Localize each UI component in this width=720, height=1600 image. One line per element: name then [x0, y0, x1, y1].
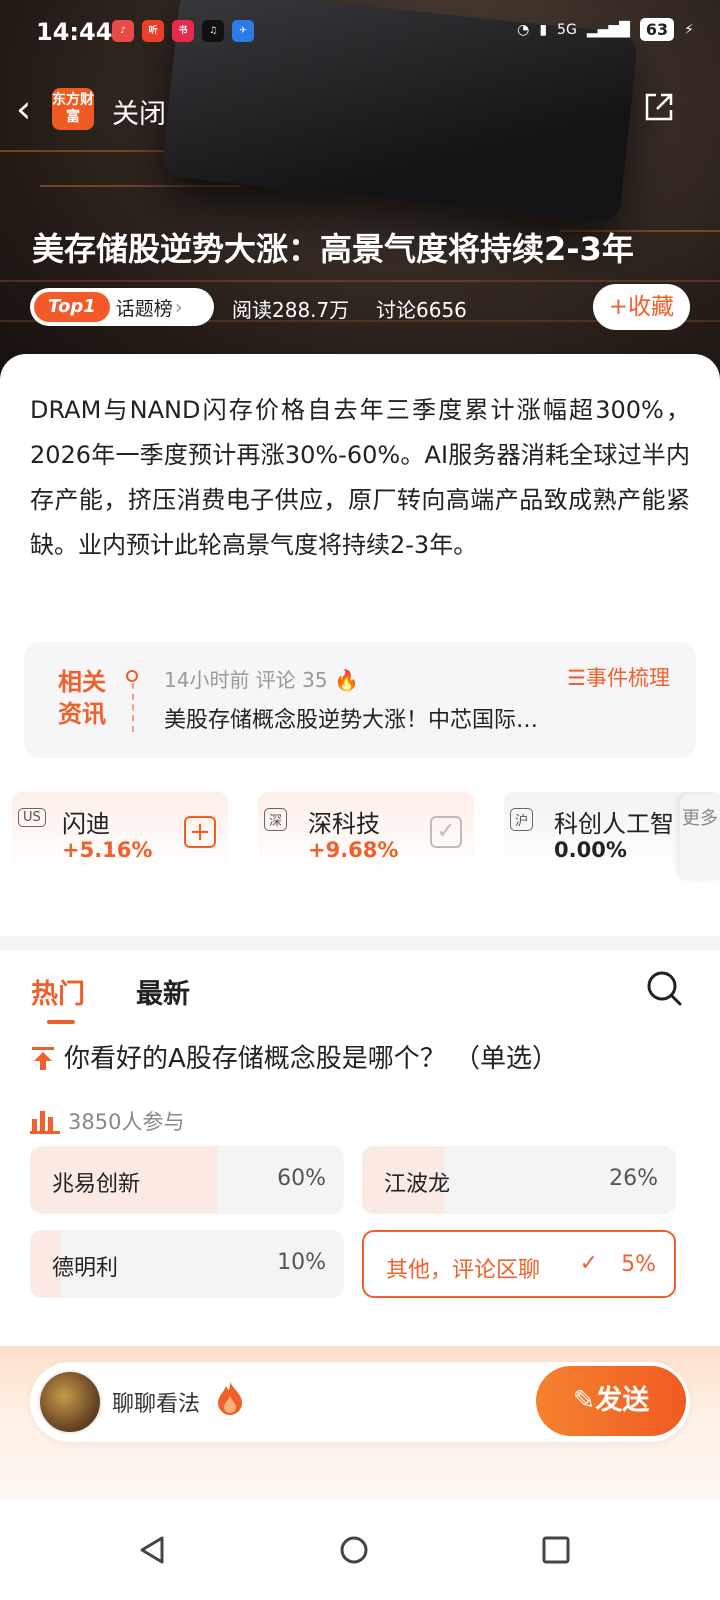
signal-icon: ▂▄▆█	[586, 21, 630, 38]
poll-option-percent: 26%	[609, 1166, 658, 1191]
active-tab-indicator	[47, 1020, 75, 1024]
battery-level: 63	[639, 18, 675, 41]
read-count: 阅读288.7万	[232, 298, 350, 322]
stock-card[interactable]: 深 深科技 +9.68% ✓	[258, 792, 474, 870]
system-nav-bar	[0, 1500, 720, 1600]
status-right: ◔ ▮ 5G ▂▄▆█ 63 ⚡	[517, 18, 694, 41]
app-notification-icon: ♪	[112, 20, 134, 42]
charging-icon: ⚡	[684, 21, 694, 38]
tab-latest[interactable]: 最新	[136, 972, 190, 1011]
edit-pen-icon: ✎	[572, 1385, 596, 1416]
comment-tabs: 热门 最新	[0, 950, 720, 1030]
more-stocks-button[interactable]: 更多	[680, 794, 720, 880]
pinned-arrow-icon	[32, 1047, 54, 1070]
poll-option-selected[interactable]: 其他，评论区聊 ✓ 5%	[362, 1230, 676, 1298]
stock-name: 闪迪	[62, 810, 110, 838]
poll-option-percent: 5%	[621, 1252, 656, 1277]
vibrate-icon: ▮	[539, 21, 548, 38]
stock-change: +9.68%	[308, 838, 399, 862]
circuit-trace	[40, 185, 240, 187]
rank-label: 话题榜	[115, 297, 173, 320]
poll-option-name: 其他，评论区聊	[386, 1258, 541, 1283]
notification-icons: ♪ 听 书 ♫ ✈	[112, 20, 254, 42]
xiaohongshu-icon: 书	[172, 20, 194, 42]
favorite-button[interactable]: +收藏	[592, 284, 690, 330]
related-news-label: 相关资讯	[58, 668, 106, 728]
poll-question: 你看好的A股存储概念股是哪个？ （单选）	[30, 1038, 558, 1075]
tab-hot[interactable]: 热门	[31, 972, 85, 1011]
listen-app-icon: 听	[142, 20, 164, 42]
selected-check-icon: ✓	[579, 1251, 598, 1276]
poll-option[interactable]: 江波龙 26%	[362, 1146, 676, 1214]
poll-option-name: 江波龙	[384, 1172, 451, 1197]
top-nav: ‹ 东方财富 关闭	[0, 80, 720, 136]
event-timeline-link[interactable]: ☰事件梳理	[567, 662, 670, 692]
nav-home-icon[interactable]	[334, 1530, 374, 1570]
market-tag: 深	[264, 808, 288, 831]
hot-flame-icon: 🔥	[333, 668, 359, 692]
stock-change: +5.16%	[62, 838, 153, 862]
poll-option[interactable]: 德明利 10%	[30, 1230, 344, 1298]
poll-option-name: 兆易创新	[52, 1172, 141, 1197]
rank-badge[interactable]: Top1 话题榜 ›	[30, 288, 214, 326]
comment-composer-panel: 聊聊看法 ✎发送	[0, 1346, 720, 1500]
poll-option-percent: 10%	[277, 1250, 326, 1275]
search-icon[interactable]	[644, 968, 684, 1008]
flame-icon	[218, 1382, 242, 1415]
topic-title: 美存储股逆势大涨：高景气度将持续2-3年	[32, 230, 634, 268]
related-news[interactable]: 相关资讯 14小时前 评论 35 🔥 ☰事件梳理 美股存储概念股逆势大涨！中芯国…	[24, 642, 696, 758]
status-bar: 14:44 ♪ 听 书 ♫ ✈ ◔ ▮ 5G ▂▄▆█ 63 ⚡	[0, 0, 720, 66]
comment-input[interactable]: 聊聊看法 ✎发送	[30, 1362, 690, 1442]
app-notification-icon: ✈	[232, 20, 254, 42]
description-card: DRAM与NAND闪存价格自去年三季度累计涨幅超300%，2026年一季度预计再…	[0, 354, 720, 624]
news-meta: 14小时前 评论 35 🔥	[164, 668, 359, 692]
stock-card[interactable]: US 闪迪 +5.16% +	[12, 792, 228, 870]
news-headline[interactable]: 美股存储概念股逆势大涨！中芯国际…	[164, 702, 604, 734]
status-time: 14:44	[36, 18, 113, 46]
rank-number: Top1	[34, 292, 110, 322]
market-tag: 沪	[510, 808, 534, 831]
plus-icon: +	[608, 294, 628, 320]
app-logo: 东方财富	[52, 88, 94, 130]
topic-meta: Top1 话题榜 › 阅读288.7万 讨论6656 +收藏	[30, 284, 690, 330]
stock-change: 0.00%	[554, 838, 627, 862]
section-divider	[0, 936, 720, 950]
circuit-trace	[0, 280, 720, 282]
list-icon: ☰	[567, 666, 586, 690]
back-icon[interactable]: ‹	[16, 90, 31, 128]
tiktok-icon: ♫	[202, 20, 224, 42]
nav-recents-icon[interactable]	[536, 1530, 576, 1570]
nav-back-icon[interactable]	[132, 1530, 172, 1570]
discussion-count: 讨论6656	[376, 298, 467, 322]
poll-participants: 3850人参与	[30, 1106, 184, 1136]
poll-option-name: 德明利	[52, 1256, 119, 1281]
stock-name: 深科技	[308, 810, 380, 838]
favorite-label: 收藏	[628, 294, 674, 320]
poll-option[interactable]: 兆易创新 60%	[30, 1146, 344, 1214]
close-button[interactable]: 关闭	[112, 92, 166, 131]
timeline-dot	[126, 670, 138, 682]
speed-icon: ◔	[517, 21, 530, 38]
send-button[interactable]: ✎发送	[536, 1366, 686, 1436]
poll-card: 你看好的A股存储概念股是哪个？ （单选） 3850人参与 兆易创新 60% 江波…	[0, 1030, 720, 1350]
chevron-right-icon: ›	[174, 295, 183, 319]
network-label: 5G	[557, 21, 577, 38]
topic-description: DRAM与NAND闪存价格自去年三季度累计涨幅超300%，2026年一季度预计再…	[30, 396, 690, 559]
add-watchlist-icon[interactable]: +	[184, 816, 216, 848]
market-tag: US	[18, 808, 46, 827]
bar-chart-icon	[30, 1111, 60, 1134]
comment-placeholder: 聊聊看法	[112, 1392, 201, 1417]
share-icon[interactable]	[642, 90, 676, 124]
poll-option-percent: 60%	[277, 1166, 326, 1191]
stock-name: 科创人工智	[554, 810, 674, 838]
avatar	[38, 1370, 102, 1434]
check-icon[interactable]: ✓	[430, 816, 462, 848]
